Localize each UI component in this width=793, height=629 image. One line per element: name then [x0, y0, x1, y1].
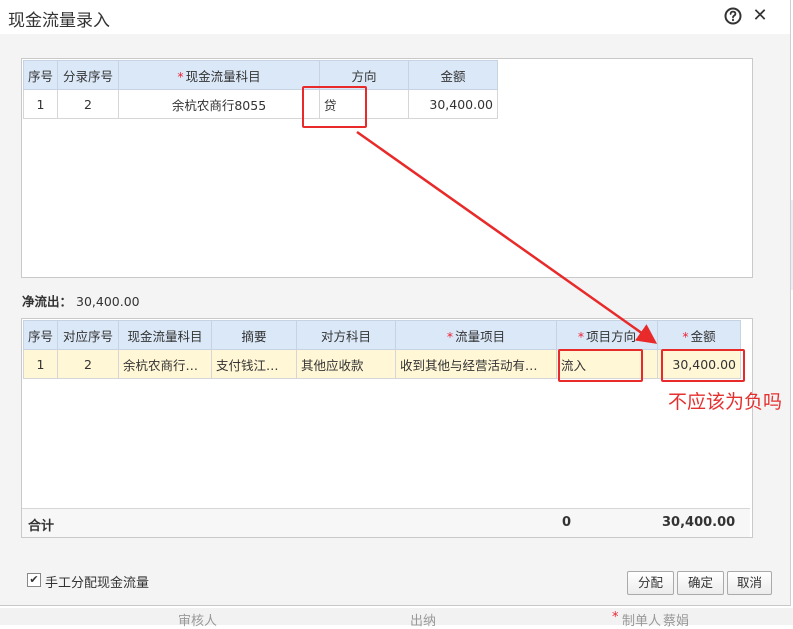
help-circle-icon[interactable]: [723, 6, 743, 26]
col-item-direction[interactable]: * 项目方向: [556, 320, 658, 350]
col-amount[interactable]: * 金额: [657, 320, 741, 350]
cell-seq: 1: [23, 89, 58, 119]
required-mark: *: [682, 328, 689, 344]
dialog-header: 现金流量录入 ✕: [0, 0, 790, 34]
col-entry-seq[interactable]: 分录序号: [57, 60, 119, 90]
col-seq[interactable]: 序号: [23, 320, 58, 350]
cancel-button[interactable]: 取消: [727, 571, 772, 595]
annotation-box-amount: [661, 349, 745, 382]
col-cash-account[interactable]: 现金流量科目: [118, 320, 212, 350]
col-cash-account[interactable]: * 现金流量科目: [118, 60, 320, 90]
cell-cash-account[interactable]: 余杭农商行8055: [118, 89, 320, 119]
required-mark: *: [177, 68, 184, 84]
distribute-button[interactable]: 分配: [627, 571, 674, 595]
col-flow-item-label: 流量项目: [455, 328, 506, 344]
col-item-direction-label: 项目方向: [586, 328, 637, 344]
annotation-box-direction: [302, 86, 367, 128]
under-label-maker: 制单人: [622, 614, 662, 629]
under-label-cashier: 出纳: [410, 614, 437, 629]
under-maker-name: 蔡娟: [663, 614, 690, 629]
cell-corr-seq: 2: [57, 349, 119, 379]
cell-cash-account[interactable]: 余杭农商行…: [118, 349, 212, 379]
annotation-box-item-direction: [558, 349, 643, 382]
net-outflow-label: 净流出：: [22, 294, 73, 309]
cell-seq: 1: [23, 349, 58, 379]
cell-flow-item[interactable]: 收到其他与经营活动有…: [395, 349, 557, 379]
manual-distribute-label[interactable]: 手工分配现金流量: [45, 572, 149, 591]
col-seq[interactable]: 序号: [23, 60, 58, 90]
manual-distribute-checkbox[interactable]: ✔: [27, 573, 41, 587]
close-icon[interactable]: ✕: [750, 6, 770, 26]
col-amount[interactable]: 金额: [408, 60, 498, 90]
under-required-mark: *: [612, 610, 619, 625]
total-amount: 30,400.00: [662, 515, 736, 530]
col-amount-label: 金额: [690, 328, 716, 344]
top-grid: 序号 分录序号 * 现金流量科目 方向 金额 1 2 余杭农商行8055 贷 30…: [23, 60, 498, 119]
top-grid-panel: 序号 分录序号 * 现金流量科目 方向 金额 1 2 余杭农商行8055 贷 30…: [21, 58, 753, 278]
col-counter-account[interactable]: 对方科目: [296, 320, 396, 350]
net-outflow: 净流出： 30,400.00: [22, 291, 140, 310]
table-row[interactable]: 1 2 余杭农商行8055 贷 30,400.00: [23, 89, 498, 119]
col-flow-item[interactable]: * 流量项目: [395, 320, 557, 350]
required-mark: *: [577, 328, 585, 344]
cash-flow-dialog: 现金流量录入 ✕ 序号 分录序号 * 现金流量科目 方向 金额 1 2 余杭农商…: [0, 0, 791, 606]
ok-button[interactable]: 确定: [677, 571, 724, 595]
under-label-reviewer: 审核人: [178, 614, 218, 629]
dialog-title: 现金流量录入: [8, 11, 110, 31]
total-direction-count: 0: [562, 515, 572, 530]
net-outflow-value: 30,400.00: [76, 294, 140, 309]
required-mark: *: [446, 328, 454, 344]
cell-counter-account[interactable]: 其他应收款: [296, 349, 396, 379]
annotation-text: 不应该为负吗: [668, 391, 783, 413]
cell-entry-seq: 2: [57, 89, 119, 119]
bottom-grid-panel: 序号 对应序号 现金流量科目 摘要 对方科目 * 流量项目 * 项目方向 * 金额 1…: [21, 318, 753, 538]
total-label: 合计: [28, 519, 55, 534]
col-cash-account-label: 现金流量科目: [185, 68, 261, 84]
total-row: 合计 0 30,400.00: [22, 508, 750, 537]
cell-amount[interactable]: 30,400.00: [408, 89, 498, 119]
col-summary[interactable]: 摘要: [211, 320, 297, 350]
cell-summary[interactable]: 支付钱江…: [211, 349, 297, 379]
col-corr-seq[interactable]: 对应序号: [57, 320, 119, 350]
